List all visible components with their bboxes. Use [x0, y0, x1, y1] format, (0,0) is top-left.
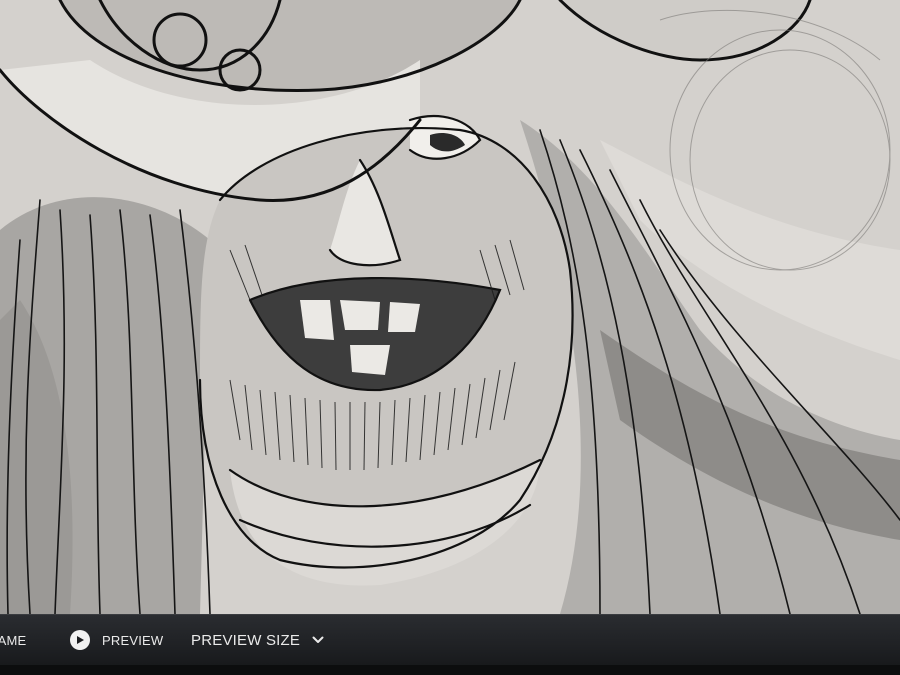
frame-label: RAME	[0, 632, 27, 648]
drawing-canvas[interactable]	[0, 0, 900, 614]
frame-button[interactable]: RAME	[0, 615, 26, 665]
app-screen: RAME PREVIEW PREVIEW SIZE	[0, 0, 900, 675]
sketch-artwork	[0, 0, 900, 614]
animation-toolbar: RAME PREVIEW PREVIEW SIZE	[0, 614, 900, 675]
preview-button[interactable]: PREVIEW	[70, 615, 163, 665]
chevron-down-icon	[312, 636, 324, 644]
play-icon	[70, 630, 90, 650]
preview-size-label: PREVIEW SIZE	[191, 631, 301, 649]
preview-size-dropdown[interactable]: PREVIEW SIZE	[191, 615, 324, 665]
preview-label: PREVIEW	[102, 632, 164, 648]
screen-bezel	[0, 665, 900, 675]
